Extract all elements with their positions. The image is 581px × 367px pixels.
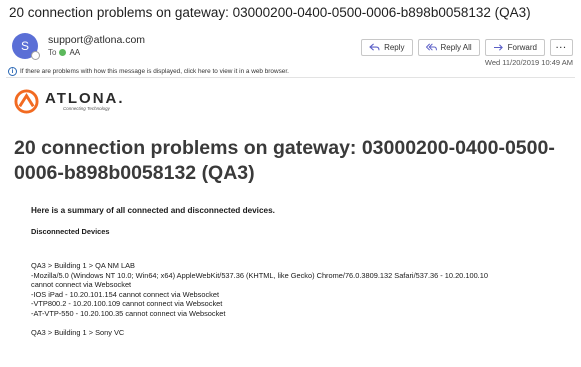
reply-button[interactable]: Reply <box>361 39 413 56</box>
info-bar[interactable]: i If there are problems with how this me… <box>6 66 575 78</box>
device-line: -VTP800.2 - 10.20.100.109 cannot connect… <box>31 299 223 308</box>
device-line: -IOS iPad - 10.20.101.154 cannot connect… <box>31 289 220 299</box>
device-group: QA3 > Building 1 > Sony VC <box>31 328 571 338</box>
to-label: To <box>48 48 57 57</box>
forward-button[interactable]: Forward <box>484 39 545 56</box>
email-subject: 20 connection problems on gateway: 03000… <box>9 5 531 20</box>
summary-text: Here is a summary of all connected and d… <box>31 206 275 215</box>
message-actions: Reply Reply All Forward ··· <box>361 39 573 56</box>
logo-wordmark: ATLONA. <box>45 90 125 107</box>
device-line: cannot connect via Websocket <box>31 280 132 289</box>
info-message[interactable]: If there are problems with how this mess… <box>20 68 289 75</box>
reply-label: Reply <box>384 43 405 52</box>
recipient-line: To AA <box>48 48 80 57</box>
device-group: QA3 > Building 1 > QA NM LAB -Mozilla/5.… <box>31 261 571 318</box>
info-icon: i <box>8 67 17 76</box>
message-body: Here is a summary of all connected and d… <box>31 206 571 338</box>
more-actions-button[interactable]: ··· <box>550 39 573 56</box>
forward-arrow-icon <box>493 44 503 51</box>
reply-all-button[interactable]: Reply All <box>417 39 480 56</box>
recipient-presence-icon <box>59 49 67 56</box>
device-line: -Mozilla/5.0 (Windows NT 10.0; Win64; x6… <box>31 270 488 280</box>
avatar-initial: S <box>20 39 29 53</box>
device-line: -AT-VTP-550 - 10.20.100.35 cannot connec… <box>31 308 226 318</box>
message-headline: 20 connection problems on gateway: 03000… <box>14 137 555 184</box>
group-path: QA3 > Building 1 > QA NM LAB <box>31 261 135 270</box>
reply-all-icon <box>425 43 437 51</box>
forward-label: Forward <box>507 43 537 52</box>
reply-all-label: Reply All <box>440 43 472 52</box>
recipient-name[interactable]: AA <box>69 48 80 57</box>
sender-address[interactable]: support@atlona.com <box>48 34 145 46</box>
reply-icon <box>369 43 380 51</box>
logo-tagline: Connecting Technology <box>63 106 110 111</box>
disconnected-devices-title: Disconnected Devices <box>31 226 110 236</box>
atlona-logo: ATLONA. Connecting Technology <box>14 89 125 114</box>
atlona-logo-mark-icon <box>14 89 39 114</box>
presence-status-icon <box>31 51 40 60</box>
group-path: QA3 > Building 1 > Sony VC <box>31 328 125 337</box>
